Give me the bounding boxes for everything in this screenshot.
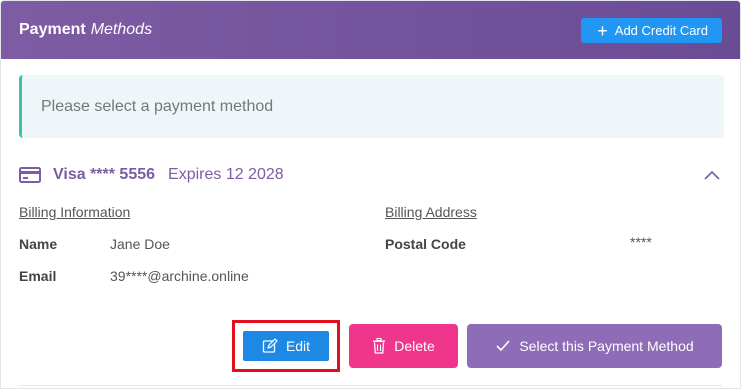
check-icon [496,340,510,352]
chevron-up-icon[interactable] [702,166,722,186]
delete-label: Delete [394,338,435,354]
card-number-label: Visa **** 5556 [53,166,156,183]
trash-icon [373,338,386,354]
edit-icon [262,338,278,353]
add-credit-card-button[interactable]: + Add Credit Card [581,18,722,43]
select-payment-method-button[interactable]: Select this Payment Method [467,324,722,368]
postal-code-label: Postal Code [385,236,466,252]
edit-highlight: Edit [232,320,340,372]
email-value: 39****@archine.online [110,268,249,284]
billing-information-heading: Billing Information [19,204,131,220]
notice-text: Please select a payment method [41,97,274,115]
add-credit-card-label: Add Credit Card [614,23,708,38]
name-value: Jane Doe [110,236,170,252]
card-header: Payment Methods + Add Credit Card [1,1,740,59]
card-body: Please select a payment method Visa ****… [1,59,740,314]
payment-methods-card: Payment Methods + Add Credit Card Please… [0,0,741,389]
card-expiry: Expires 12 2028 [168,166,284,183]
payment-method-row[interactable]: Visa **** 5556 Expires 12 2028 [19,160,722,190]
email-label: Email [19,268,57,284]
credit-card-icon [19,167,41,183]
billing-details: Billing Information Billing Address Name… [19,204,722,314]
postal-code-value: **** [630,234,652,250]
header-title: Payment [19,21,86,38]
select-method-notice: Please select a payment method [19,75,724,138]
divider [19,385,722,386]
edit-label: Edit [285,338,311,354]
name-label: Name [19,236,58,252]
plus-icon: + [597,20,608,41]
header-subtitle: Methods [90,21,153,38]
edit-button[interactable]: Edit [243,331,329,361]
method-actions: Edit Delete Select this Payment Method [232,320,722,372]
select-payment-method-label: Select this Payment Method [519,338,694,354]
billing-address-heading: Billing Address [385,204,477,220]
delete-button[interactable]: Delete [349,324,458,368]
